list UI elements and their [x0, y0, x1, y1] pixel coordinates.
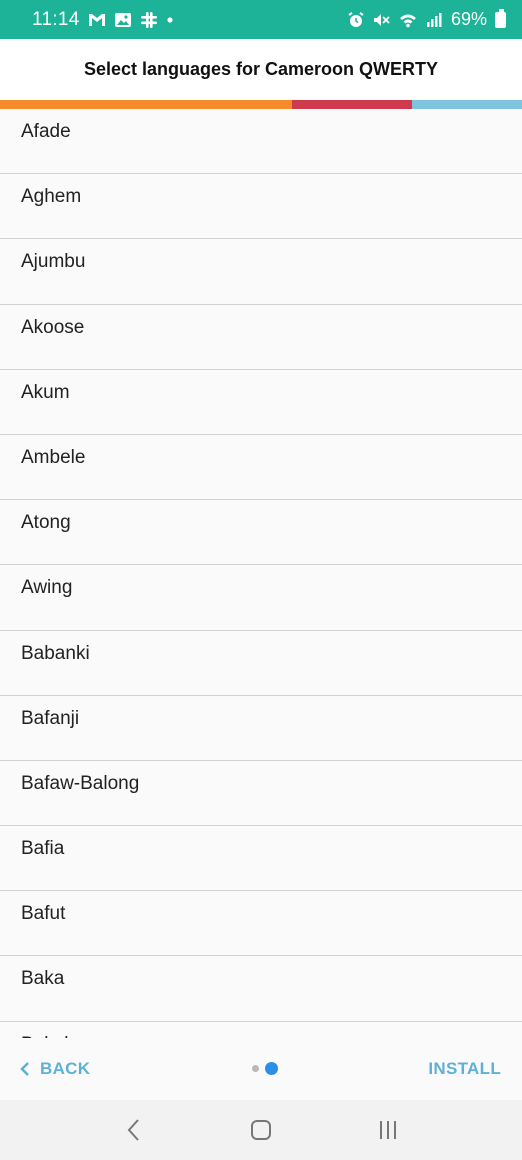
language-label: Akoose	[21, 316, 85, 338]
page-indicator	[252, 1062, 278, 1075]
status-bar-left: 11:14	[32, 9, 174, 31]
language-list-item[interactable]: Awing	[0, 565, 522, 631]
mute-icon	[373, 12, 391, 28]
language-list-item[interactable]: Babanki	[0, 631, 522, 696]
page-title: Select languages for Cameroon QWERTY	[83, 59, 439, 79]
language-list-item[interactable]: Ambele	[0, 435, 522, 501]
clock: 11:14	[32, 8, 80, 30]
nav-home-button[interactable]	[247, 1116, 275, 1144]
language-label: Akum	[21, 381, 70, 403]
page-dot-active	[265, 1062, 278, 1075]
language-list-item[interactable]: Ajumbu	[0, 239, 522, 305]
language-label: Awing	[21, 577, 73, 599]
nav-back-button[interactable]	[120, 1116, 148, 1144]
battery-icon	[495, 8, 506, 28]
install-button[interactable]: INSTALL	[428, 1059, 501, 1079]
language-label: Bafia	[21, 838, 65, 860]
signal-icon	[425, 12, 443, 28]
language-label: Bafanji	[21, 707, 80, 729]
language-label: Afade	[21, 121, 71, 142]
install-button-label: INSTALL	[428, 1059, 501, 1078]
progress-segment	[412, 100, 522, 109]
status-bar: 11:14 69%	[0, 0, 522, 39]
language-list-item[interactable]: Aghem	[0, 174, 522, 240]
language-list-item[interactable]: Bafut	[0, 891, 522, 957]
language-list-item[interactable]: Bafaw-Balong	[0, 761, 522, 827]
language-label: Ambele	[21, 446, 86, 468]
nav-recents-icon	[380, 1121, 397, 1139]
progress-segment	[292, 100, 413, 109]
system-navigation-bar	[0, 1100, 522, 1160]
language-label: Bafaw-Balong	[21, 772, 140, 794]
language-label: Aghem	[21, 186, 82, 208]
language-list[interactable]: Afade Aghem Ajumbu Akoose Akum Ambele Atong Awi…	[0, 109, 522, 1038]
wifi-icon	[399, 12, 417, 28]
slack-icon	[140, 11, 158, 28]
language-list-item[interactable]: Akum	[0, 370, 522, 435]
bottom-action-bar: BACK INSTALL	[0, 1038, 522, 1100]
language-list-item[interactable]: Akoose	[0, 305, 522, 370]
language-list-item[interactable]: Atong	[0, 500, 522, 566]
page-dot-inactive	[252, 1065, 259, 1072]
language-list-item[interactable]: Bafanji	[0, 696, 522, 761]
chevron-left-icon	[20, 1062, 29, 1076]
language-list-item[interactable]: Baka	[0, 956, 522, 1022]
nav-home-icon	[250, 1120, 271, 1140]
language-label: Baka	[21, 968, 65, 990]
gmail-icon	[88, 12, 106, 28]
page-header: Select languages for Cameroon QWERTY	[0, 39, 522, 100]
status-bar-right: 69%	[347, 8, 506, 30]
gallery-icon	[114, 12, 132, 28]
alarm-icon	[347, 11, 365, 28]
language-label: Bafut	[21, 903, 66, 925]
language-label: Ajumbu	[21, 251, 86, 273]
back-button-label: BACK	[40, 1059, 91, 1078]
nav-recents-button[interactable]	[374, 1116, 402, 1144]
progress-segment	[0, 100, 293, 109]
dot-icon	[166, 12, 174, 28]
battery-percent: 69%	[450, 9, 487, 29]
language-label: Atong	[21, 512, 71, 534]
language-label: Babanki	[21, 642, 90, 664]
nav-back-icon	[127, 1119, 139, 1141]
language-list-item[interactable]: Bafia	[0, 826, 522, 892]
language-list-item[interactable]: Bakoko	[0, 1022, 522, 1038]
back-button[interactable]: BACK	[18, 1059, 90, 1079]
step-progress-bar	[0, 100, 522, 109]
language-list-item[interactable]: Afade	[0, 109, 522, 175]
